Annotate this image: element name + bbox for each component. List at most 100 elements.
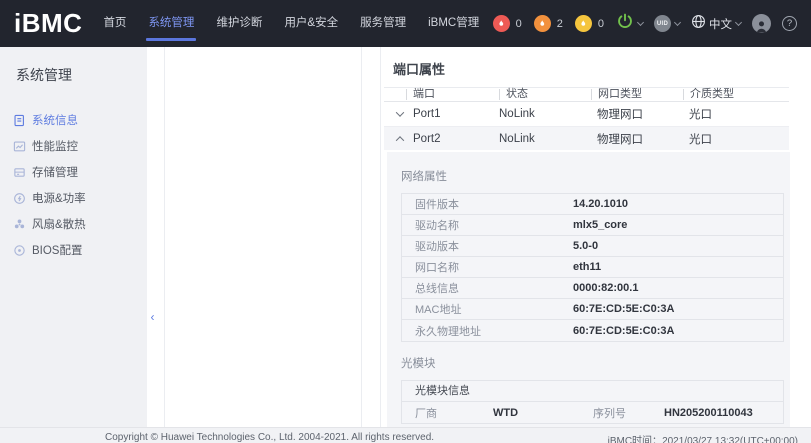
page-title: 端口属性: [381, 47, 790, 87]
property-value: 14.20.1010: [573, 198, 628, 210]
footer: Copyright © Huawei Technologies Co., Ltd…: [0, 427, 811, 443]
port-media-type: 光口: [689, 131, 769, 147]
chevron-down-icon: [637, 19, 644, 26]
property-value: eth11: [573, 261, 601, 273]
port-nic-type: 物理网口: [597, 131, 689, 147]
help-button[interactable]: ?: [782, 16, 797, 31]
sidebar-item-performance-monitor[interactable]: 性能监控: [0, 133, 147, 159]
table-row: 厂商 WTD 序列号 HN205200110043: [402, 402, 783, 423]
network-properties-table: 固件版本 14.20.1010 驱动名称 mlx5_core 驱动版本 5.0-…: [401, 193, 784, 342]
column-header-media-type: 介质类型: [683, 89, 763, 100]
power-icon: [616, 12, 634, 35]
property-label: 驱动名称: [402, 217, 573, 233]
column-header-status: 状态: [499, 89, 591, 100]
ibmc-screen: iBMC 首页 系统管理 维护诊断 用户&安全 服务管理 iBMC管理 0 2: [0, 0, 811, 443]
minor-alarm-indicator[interactable]: 0: [575, 15, 604, 32]
language-selector[interactable]: 中文: [691, 14, 741, 34]
sidebar-item-label: 系统信息: [32, 112, 78, 128]
optical-module-info-header: 光模块信息: [402, 381, 783, 402]
critical-alarm-indicator[interactable]: 0: [493, 15, 522, 32]
sidebar-item-label: 风扇&散热: [32, 216, 86, 232]
sidebar-item-power[interactable]: 电源&功率: [0, 185, 147, 211]
port2-details-section: 网络属性 固件版本 14.20.1010 驱动名称 mlx5_core 驱动版本…: [387, 152, 790, 427]
property-label: 固件版本: [402, 196, 573, 212]
gear-icon: [13, 244, 26, 257]
table-row: 驱动版本 5.0-0: [402, 236, 783, 257]
uid-indicator-menu[interactable]: UID: [654, 15, 680, 32]
serial-number-value: HN205200110043: [664, 407, 753, 419]
major-alarm-count: 2: [557, 18, 563, 30]
globe-icon: [691, 14, 706, 34]
property-label: 网口名称: [402, 259, 573, 275]
property-value: 5.0-0: [573, 240, 598, 252]
language-label: 中文: [709, 16, 732, 32]
chevron-down-icon: [735, 19, 742, 26]
sidebar-menu: 系统信息 性能监控 存储管理: [0, 107, 147, 263]
main-menu: 首页 系统管理 维护诊断 用户&安全 服务管理 iBMC管理: [92, 0, 490, 47]
minor-alarm-flame-icon: [575, 15, 592, 32]
port-table-header: 端口 状态 网口类型 介质类型: [384, 88, 789, 102]
sidebar-item-label: 存储管理: [32, 164, 78, 180]
port-properties-panel: 端口属性 端口 状态 网口类型 介质类型 Port1 NoLink 物理网口 光…: [380, 47, 790, 427]
collapse-chevron-up-icon[interactable]: [396, 136, 404, 144]
sidebar-collapse-toggle[interactable]: ‹: [146, 305, 159, 329]
line-chart-icon: [13, 140, 26, 153]
fan-icon: [13, 218, 26, 231]
minor-alarm-count: 0: [598, 18, 604, 30]
column-header-nic-type: 网口类型: [591, 89, 683, 100]
property-value: 0000:82:00.1: [573, 282, 638, 294]
expand-chevron-down-icon[interactable]: [396, 108, 404, 116]
property-label: 总线信息: [402, 280, 573, 296]
property-value: 60:7E:CD:5E:C0:3A: [573, 325, 674, 337]
content-left-panel: [164, 47, 362, 427]
nav-item-maintenance-diagnosis[interactable]: 维护诊断: [205, 0, 273, 47]
user-account-menu[interactable]: [752, 14, 771, 33]
nav-item-system-management[interactable]: 系统管理: [137, 0, 205, 47]
nav-item-ibmc-management[interactable]: iBMC管理: [417, 0, 490, 47]
table-row: 网口名称 eth11: [402, 257, 783, 278]
power-meter-icon: [13, 192, 26, 205]
sidebar-item-system-info[interactable]: 系统信息: [0, 107, 147, 133]
port-media-type: 光口: [689, 106, 769, 122]
sidebar-item-storage-management[interactable]: 存储管理: [0, 159, 147, 185]
nav-item-home[interactable]: 首页: [92, 0, 137, 47]
network-properties-title: 网络属性: [387, 152, 790, 193]
sidebar-item-bios-config[interactable]: BIOS配置: [0, 237, 147, 263]
critical-alarm-count: 0: [516, 18, 522, 30]
ibmc-time-label: iBMC时间：: [608, 436, 662, 443]
table-row-port1[interactable]: Port1 NoLink 物理网口 光口: [384, 102, 789, 127]
nav-item-service-management[interactable]: 服务管理: [349, 0, 417, 47]
ibmc-time: iBMC时间：2021/03/27 13:32(UTC+00:00): [608, 432, 798, 443]
table-row: 驱动名称 mlx5_core: [402, 215, 783, 236]
nav-status-area: 0 2 0: [493, 12, 801, 35]
port-status: NoLink: [499, 108, 597, 120]
document-icon: [13, 114, 26, 127]
power-control-menu[interactable]: [616, 12, 643, 35]
property-label: MAC地址: [402, 301, 573, 317]
sidebar-item-fan-cooling[interactable]: 风扇&散热: [0, 211, 147, 237]
table-row: 固件版本 14.20.1010: [402, 194, 783, 215]
property-label: 永久物理地址: [402, 323, 573, 339]
port-nic-type: 物理网口: [597, 106, 689, 122]
ibmc-logo: iBMC: [14, 8, 82, 39]
column-header-port: 端口: [406, 89, 499, 100]
major-alarm-flame-icon: [534, 15, 551, 32]
optical-module-title: 光模块: [387, 342, 790, 380]
port-name: Port2: [413, 133, 441, 145]
property-label: 驱动版本: [402, 238, 573, 254]
vendor-label: 厂商: [402, 405, 493, 421]
storage-icon: [13, 166, 26, 179]
serial-number-label: 序列号: [593, 405, 664, 421]
optical-module-table: 光模块信息 厂商 WTD 序列号 HN205200110043: [401, 380, 784, 424]
vendor-value: WTD: [493, 407, 593, 419]
sidebar-item-label: 性能监控: [32, 138, 78, 154]
table-row-port2[interactable]: Port2 NoLink 物理网口 光口: [384, 127, 789, 152]
property-value: mlx5_core: [573, 219, 627, 231]
help-icon: ?: [782, 16, 797, 31]
sidebar-title: 系统管理: [0, 47, 147, 85]
port-table: 端口 状态 网口类型 介质类型 Port1 NoLink 物理网口 光口 Por…: [384, 87, 789, 427]
sidebar-item-label: BIOS配置: [32, 242, 82, 258]
table-row: MAC地址 60:7E:CD:5E:C0:3A: [402, 299, 783, 320]
nav-item-user-security[interactable]: 用户&安全: [273, 0, 349, 47]
major-alarm-indicator[interactable]: 2: [534, 15, 563, 32]
